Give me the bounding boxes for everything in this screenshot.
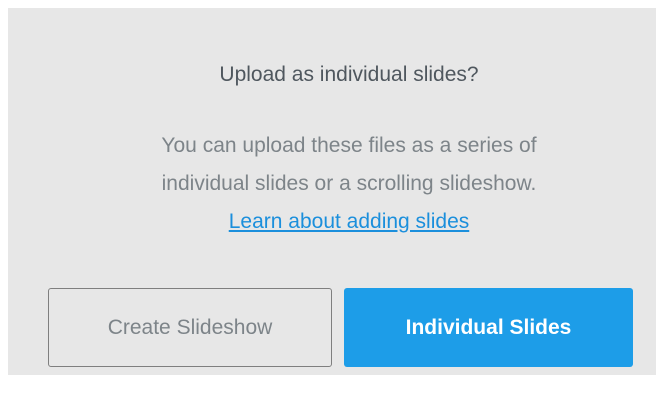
dialog-message: You can upload these files as a series o… [8,127,656,241]
message-line-2: individual slides or a scrolling slidesh… [161,172,537,195]
dialog-title: Upload as individual slides? [219,63,479,86]
upload-dialog: Upload as individual slides? You can upl… [8,8,656,375]
create-slideshow-button[interactable]: Create Slideshow [48,288,332,367]
message-line-1: You can upload these files as a series o… [161,134,537,157]
individual-slides-button[interactable]: Individual Slides [344,288,633,367]
learn-about-adding-slides-link[interactable]: Learn about adding slides [229,210,470,233]
learn-link-wrapper: Learn about adding slides [8,203,656,241]
